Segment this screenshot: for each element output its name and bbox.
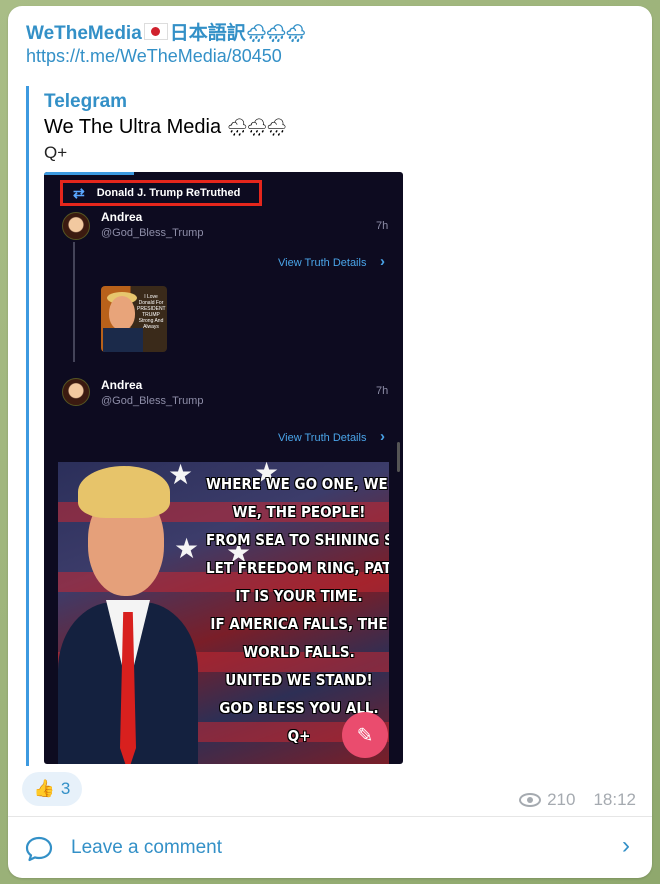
poster-line: LET FREEDOM RING, PATRIOTS. <box>206 559 389 578</box>
quote-text: Q+ <box>44 143 68 162</box>
scrollbar <box>397 442 400 472</box>
poster-image: ★ ★ ★ ★ WHERE WE GO ONE, WE GO ALL! WE, … <box>58 462 389 764</box>
rain-cloud-icons: 🌧🌧🌧 <box>226 118 288 137</box>
star-icon: ★ <box>168 462 194 490</box>
message-card: WeTheMedia 日本語訳🌧🌧🌧 https://t.me/WeTheMedi… <box>8 6 652 878</box>
avatar <box>62 378 90 406</box>
post-time: 7h <box>376 385 389 397</box>
message-time: 18:12 <box>593 790 636 809</box>
user-handle: @God_Bless_Trump <box>101 227 204 239</box>
post-time: 7h <box>376 220 389 232</box>
poster-line: IF AMERICA FALLS, THE <box>210 615 388 634</box>
edit-pen-icon: ✎ <box>342 712 388 758</box>
poster-text: WHERE WE GO ONE, WE GO ALL! WE, THE PEOP… <box>206 471 389 751</box>
leave-comment-button[interactable]: Leave a comment › <box>8 817 652 878</box>
japan-flag-icon <box>143 23 168 41</box>
view-truth-details-link: View Truth Details <box>278 432 367 444</box>
user-name: Andrea <box>101 210 143 224</box>
chevron-right-icon: › <box>380 253 385 270</box>
thumbnail-face <box>109 296 135 330</box>
reaction-thumbs-up[interactable]: 👍 3 <box>22 772 82 806</box>
channel-suffix: 日本語訳 <box>169 23 246 44</box>
post-link[interactable]: https://t.me/WeTheMedia/80450 <box>26 46 282 67</box>
thread-line <box>73 242 75 362</box>
poster-line: WHERE WE GO ONE, WE GO ALL! <box>206 475 389 494</box>
user-name: Andrea <box>101 378 143 392</box>
star-icon: ★ <box>174 533 200 564</box>
forwarded-quote[interactable]: Telegram We The Ultra Media 🌧🌧🌧 Q+ ⇄ Don… <box>26 86 405 766</box>
rain-cloud-icons: 🌧🌧🌧 <box>245 24 307 43</box>
screenshot-progress-line <box>44 172 134 175</box>
message-meta: 210 18:12 <box>519 790 636 810</box>
thumbs-up-icon: 👍 <box>33 779 55 798</box>
poster-line: UNITED WE STAND! <box>225 671 373 690</box>
chevron-right-icon: › <box>622 832 630 859</box>
user-handle: @God_Bless_Trump <box>101 395 204 407</box>
thumbnail-text: I Love Donald For PRESIDENT TRUMP Strong… <box>137 294 166 330</box>
view-truth-details-link: View Truth Details <box>278 257 367 269</box>
avatar <box>62 212 90 240</box>
poster-line: WE, THE PEOPLE! <box>232 503 366 522</box>
portrait-hair <box>78 466 170 518</box>
quote-source: Telegram <box>44 91 128 112</box>
comment-label: Leave a comment <box>71 837 223 858</box>
eye-icon <box>519 793 542 807</box>
view-count: 210 <box>547 790 576 809</box>
retruth-banner: ⇄ Donald J. Trump ReTruthed <box>60 180 262 206</box>
retruth-label: Donald J. Trump ReTruthed <box>96 187 241 199</box>
poster-line: WORLD FALLS. <box>243 643 355 662</box>
quote-title-text: We The Ultra Media <box>44 116 222 138</box>
thumbnail-image: I Love Donald For PRESIDENT TRUMP Strong… <box>101 286 167 352</box>
poster-line: FROM SEA TO SHINING SEA. <box>206 531 389 550</box>
thumbnail-suit <box>103 328 143 352</box>
chevron-right-icon: › <box>380 428 385 445</box>
channel-name-text: WeTheMedia <box>26 23 142 44</box>
reaction-count: 3 <box>60 779 71 798</box>
poster-line: IT IS YOUR TIME. <box>235 587 363 606</box>
retruth-icon: ⇄ <box>73 184 85 201</box>
channel-name[interactable]: WeTheMedia 日本語訳🌧🌧🌧 <box>26 18 307 45</box>
quote-title: We The Ultra Media 🌧🌧🌧 <box>44 116 288 139</box>
truth-social-screenshot[interactable]: ⇄ Donald J. Trump ReTruthed Andrea @God_… <box>44 172 403 764</box>
comment-bubble-icon <box>25 836 53 862</box>
